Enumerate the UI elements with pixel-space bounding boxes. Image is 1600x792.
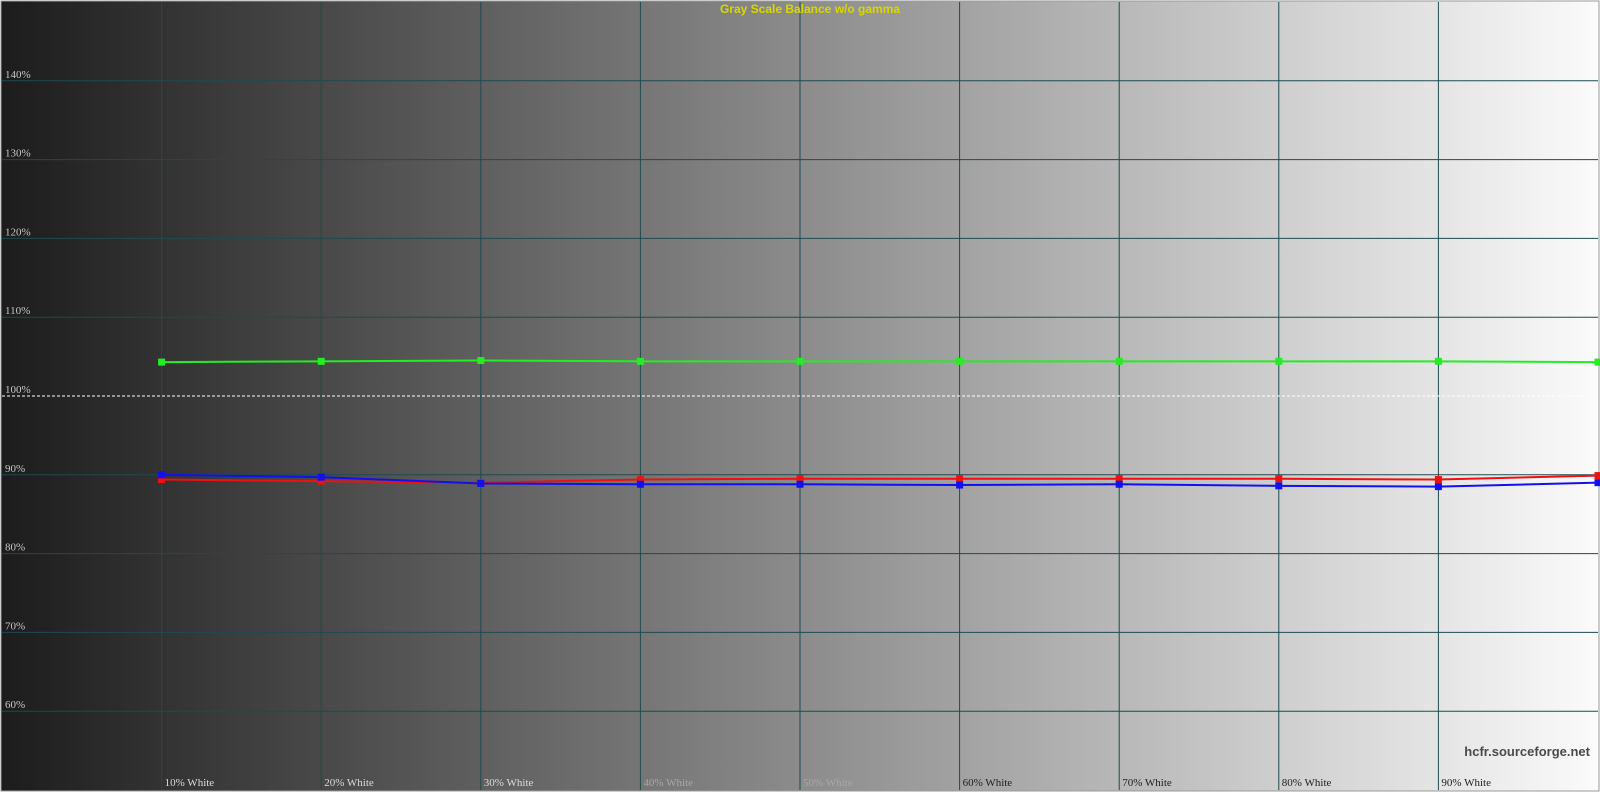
x-tick-label: 10% White xyxy=(165,777,215,789)
x-tick-label: 50% White xyxy=(803,777,853,789)
y-tick-label: 140% xyxy=(5,69,31,81)
data-point-marker xyxy=(636,357,644,365)
data-point-marker xyxy=(1594,358,1600,366)
x-tick-label: 40% White xyxy=(643,777,693,789)
data-point-marker xyxy=(1594,479,1600,487)
x-tick-label: 70% White xyxy=(1122,777,1172,789)
y-tick-label: 70% xyxy=(5,620,25,632)
y-tick-label: 100% xyxy=(5,384,31,396)
data-point-marker xyxy=(956,481,964,489)
watermark: hcfr.sourceforge.net xyxy=(1464,744,1590,759)
data-point-marker xyxy=(158,471,166,479)
data-point-marker xyxy=(796,480,804,488)
y-tick-label: 110% xyxy=(5,305,30,317)
y-tick-label: 130% xyxy=(5,148,31,160)
x-tick-label: 20% White xyxy=(324,777,374,789)
data-point-marker xyxy=(1434,357,1442,365)
data-point-marker xyxy=(636,480,644,488)
y-tick-label: 90% xyxy=(5,463,25,475)
x-tick-label: 80% White xyxy=(1282,777,1332,789)
data-point-marker xyxy=(1434,476,1442,484)
x-tick-labels: 10% White 20% White 30% White 40% White 50% … xyxy=(165,777,1492,789)
data-point-marker xyxy=(956,475,964,483)
data-point-marker xyxy=(477,479,485,487)
x-tick-label: 90% White xyxy=(1441,777,1491,789)
data-point-marker xyxy=(1594,472,1600,480)
data-point-marker xyxy=(956,357,964,365)
x-tick-label: 30% White xyxy=(484,777,534,789)
data-point-marker xyxy=(158,358,166,366)
chart-title: Gray Scale Balance w/o gamma xyxy=(720,2,900,16)
data-point-marker xyxy=(1275,357,1283,365)
data-point-marker xyxy=(1115,480,1123,488)
data-point-marker xyxy=(796,357,804,365)
y-tick-label: 60% xyxy=(5,699,25,711)
data-point-marker xyxy=(1434,483,1442,491)
y-tick-label: 120% xyxy=(5,226,31,238)
x-tick-label: 60% White xyxy=(963,777,1013,789)
data-point-marker xyxy=(1115,357,1123,365)
chart-canvas: 140% 130% 120% 110% 100% 90% 80% 70% 60% 10% Whi… xyxy=(0,0,1600,792)
data-point-marker xyxy=(1275,475,1283,483)
data-point-marker xyxy=(1275,482,1283,490)
gray-scale-balance-chart: 140% 130% 120% 110% 100% 90% 80% 70% 60% 10% Whi… xyxy=(0,0,1600,792)
y-tick-label: 80% xyxy=(5,542,25,554)
data-point-marker xyxy=(317,357,325,365)
series-line-0 xyxy=(161,359,1599,364)
data-point-marker xyxy=(477,357,485,365)
data-point-marker xyxy=(317,473,325,481)
